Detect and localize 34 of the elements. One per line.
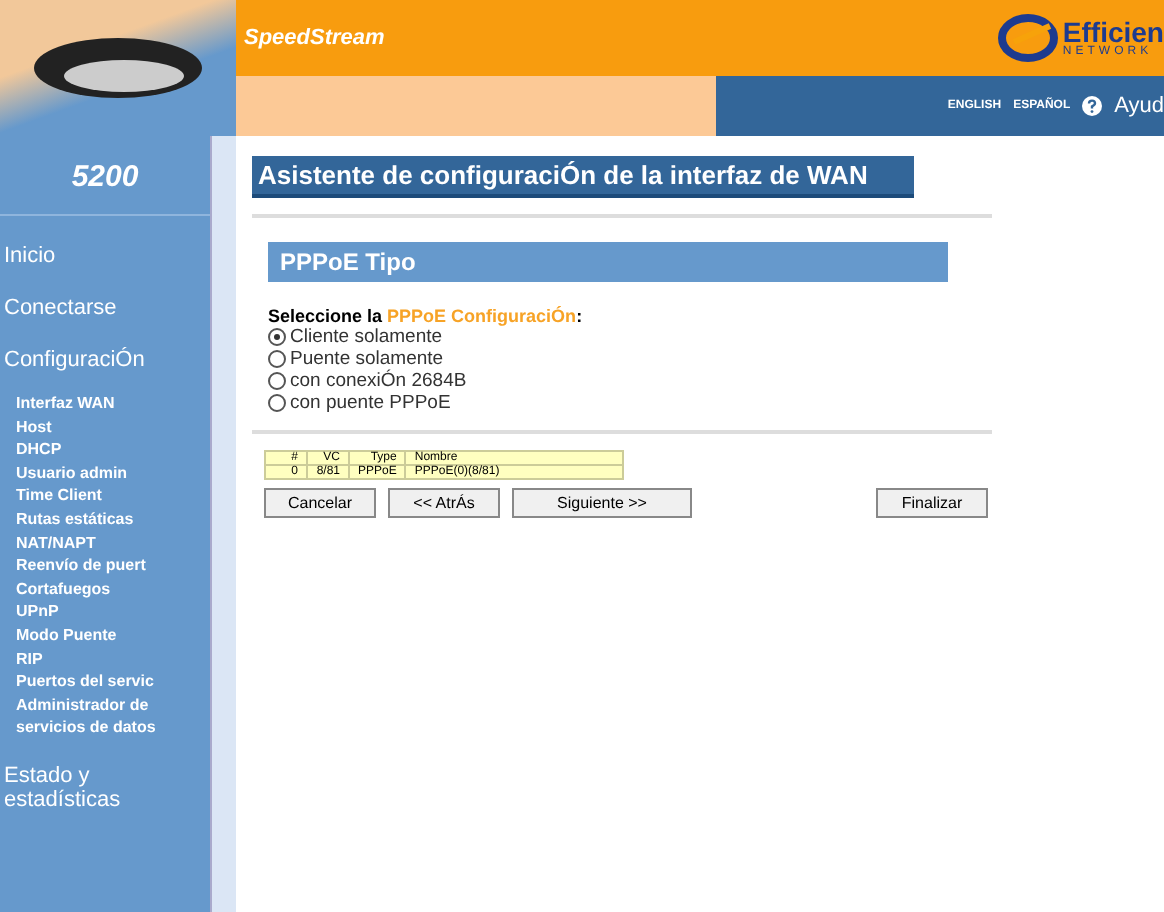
nav-subitem[interactable]: Modo Puente [16, 623, 210, 648]
nav-subitem[interactable]: RIP [16, 647, 210, 671]
nav-item[interactable]: Estado y estadísticas [4, 763, 210, 812]
help-icon [1082, 96, 1103, 116]
nav-item[interactable]: Conectarse [4, 296, 210, 320]
wizard-button[interactable]: Cancelar [264, 488, 376, 518]
wizard-button[interactable]: Finalizar [876, 488, 988, 518]
nav-subitem[interactable]: Cortafuegos [16, 577, 210, 601]
prompt-text: Seleccione la PPPoE ConfiguraciÓn: [268, 306, 585, 326]
nav-subitem[interactable]: Interfaz WAN [16, 392, 210, 416]
nav-subitem[interactable]: Host [16, 415, 210, 439]
help-link[interactable]: Ayud [1114, 94, 1164, 118]
wizard-button[interactable]: << AtrÁs [388, 488, 500, 518]
wizard-button[interactable]: Siguiente >> [512, 488, 692, 518]
scrollbar[interactable] [210, 136, 236, 912]
nav-subitem[interactable]: Rutas estáticas [16, 507, 210, 532]
nav-subitem[interactable]: Reenvío de puert [16, 554, 210, 578]
nav-subitem[interactable]: DHCP [16, 438, 210, 462]
nav-subitem[interactable]: Administrador de servicios de datos [16, 693, 210, 740]
nav-subitem[interactable]: Usuario admin [16, 461, 210, 485]
nav-subitem[interactable]: NAT/NAPT [16, 531, 210, 555]
brand-name: SpeedStream [244, 26, 385, 50]
page-title: Asistente de configuraciÓn de la interfaz de WAN [252, 156, 914, 198]
radio-option[interactable]: Puente solamente [268, 348, 444, 370]
nav-item[interactable]: Inicio [4, 244, 210, 268]
nav-subitem[interactable]: Puertos del servic [16, 670, 210, 694]
radio-option[interactable]: con puente PPPoE [268, 392, 451, 414]
radio-option[interactable]: con conexiÓn 2684B [268, 370, 467, 392]
radio-option[interactable]: Cliente solamente [268, 326, 443, 348]
logo-text: Efficien [1062, 18, 1164, 46]
nav-subitem[interactable]: UPnP [16, 600, 210, 624]
nav-subitem[interactable]: Time Client [16, 484, 210, 508]
section-heading: PPPoE Tipo [268, 242, 948, 282]
nav-item[interactable]: ConfiguraciÓn [4, 348, 210, 372]
